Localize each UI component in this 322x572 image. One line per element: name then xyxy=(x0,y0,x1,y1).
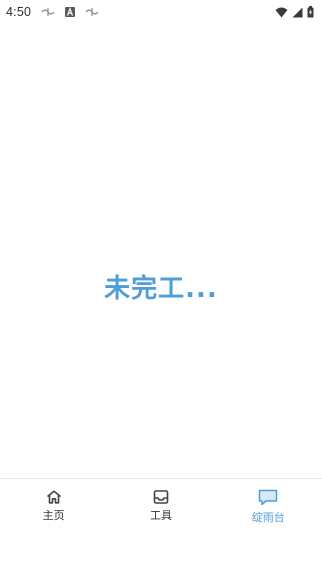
status-left: 4:50 xyxy=(6,5,99,19)
chat-bubble-icon xyxy=(258,489,278,506)
app-screen: 4:50 未完工... 主页 工具 绽雨台 xyxy=(0,0,322,572)
nav-label-rain-stage: 绽雨台 xyxy=(251,510,285,524)
sync-icon xyxy=(85,7,99,17)
status-time: 4:50 xyxy=(6,5,32,19)
sync-icon xyxy=(41,7,55,17)
status-bar: 4:50 xyxy=(0,0,322,24)
bottom-nav: 主页 工具 绽雨台 xyxy=(0,478,322,534)
nav-item-rain-stage[interactable]: 绽雨台 xyxy=(215,479,322,534)
status-right xyxy=(275,6,314,18)
main-content: 未完工... xyxy=(0,24,322,478)
placeholder-text: 未完工... xyxy=(104,273,218,304)
battery-icon xyxy=(307,6,314,18)
home-icon xyxy=(46,490,62,504)
a-icon xyxy=(65,7,76,17)
nav-label-home: 主页 xyxy=(42,509,65,522)
nav-item-tools[interactable]: 工具 xyxy=(107,479,214,534)
wifi-icon xyxy=(275,7,288,18)
nav-item-home[interactable]: 主页 xyxy=(0,479,107,534)
nav-label-tools: 工具 xyxy=(149,509,172,522)
inbox-icon xyxy=(153,490,169,504)
signal-icon xyxy=(292,7,303,18)
